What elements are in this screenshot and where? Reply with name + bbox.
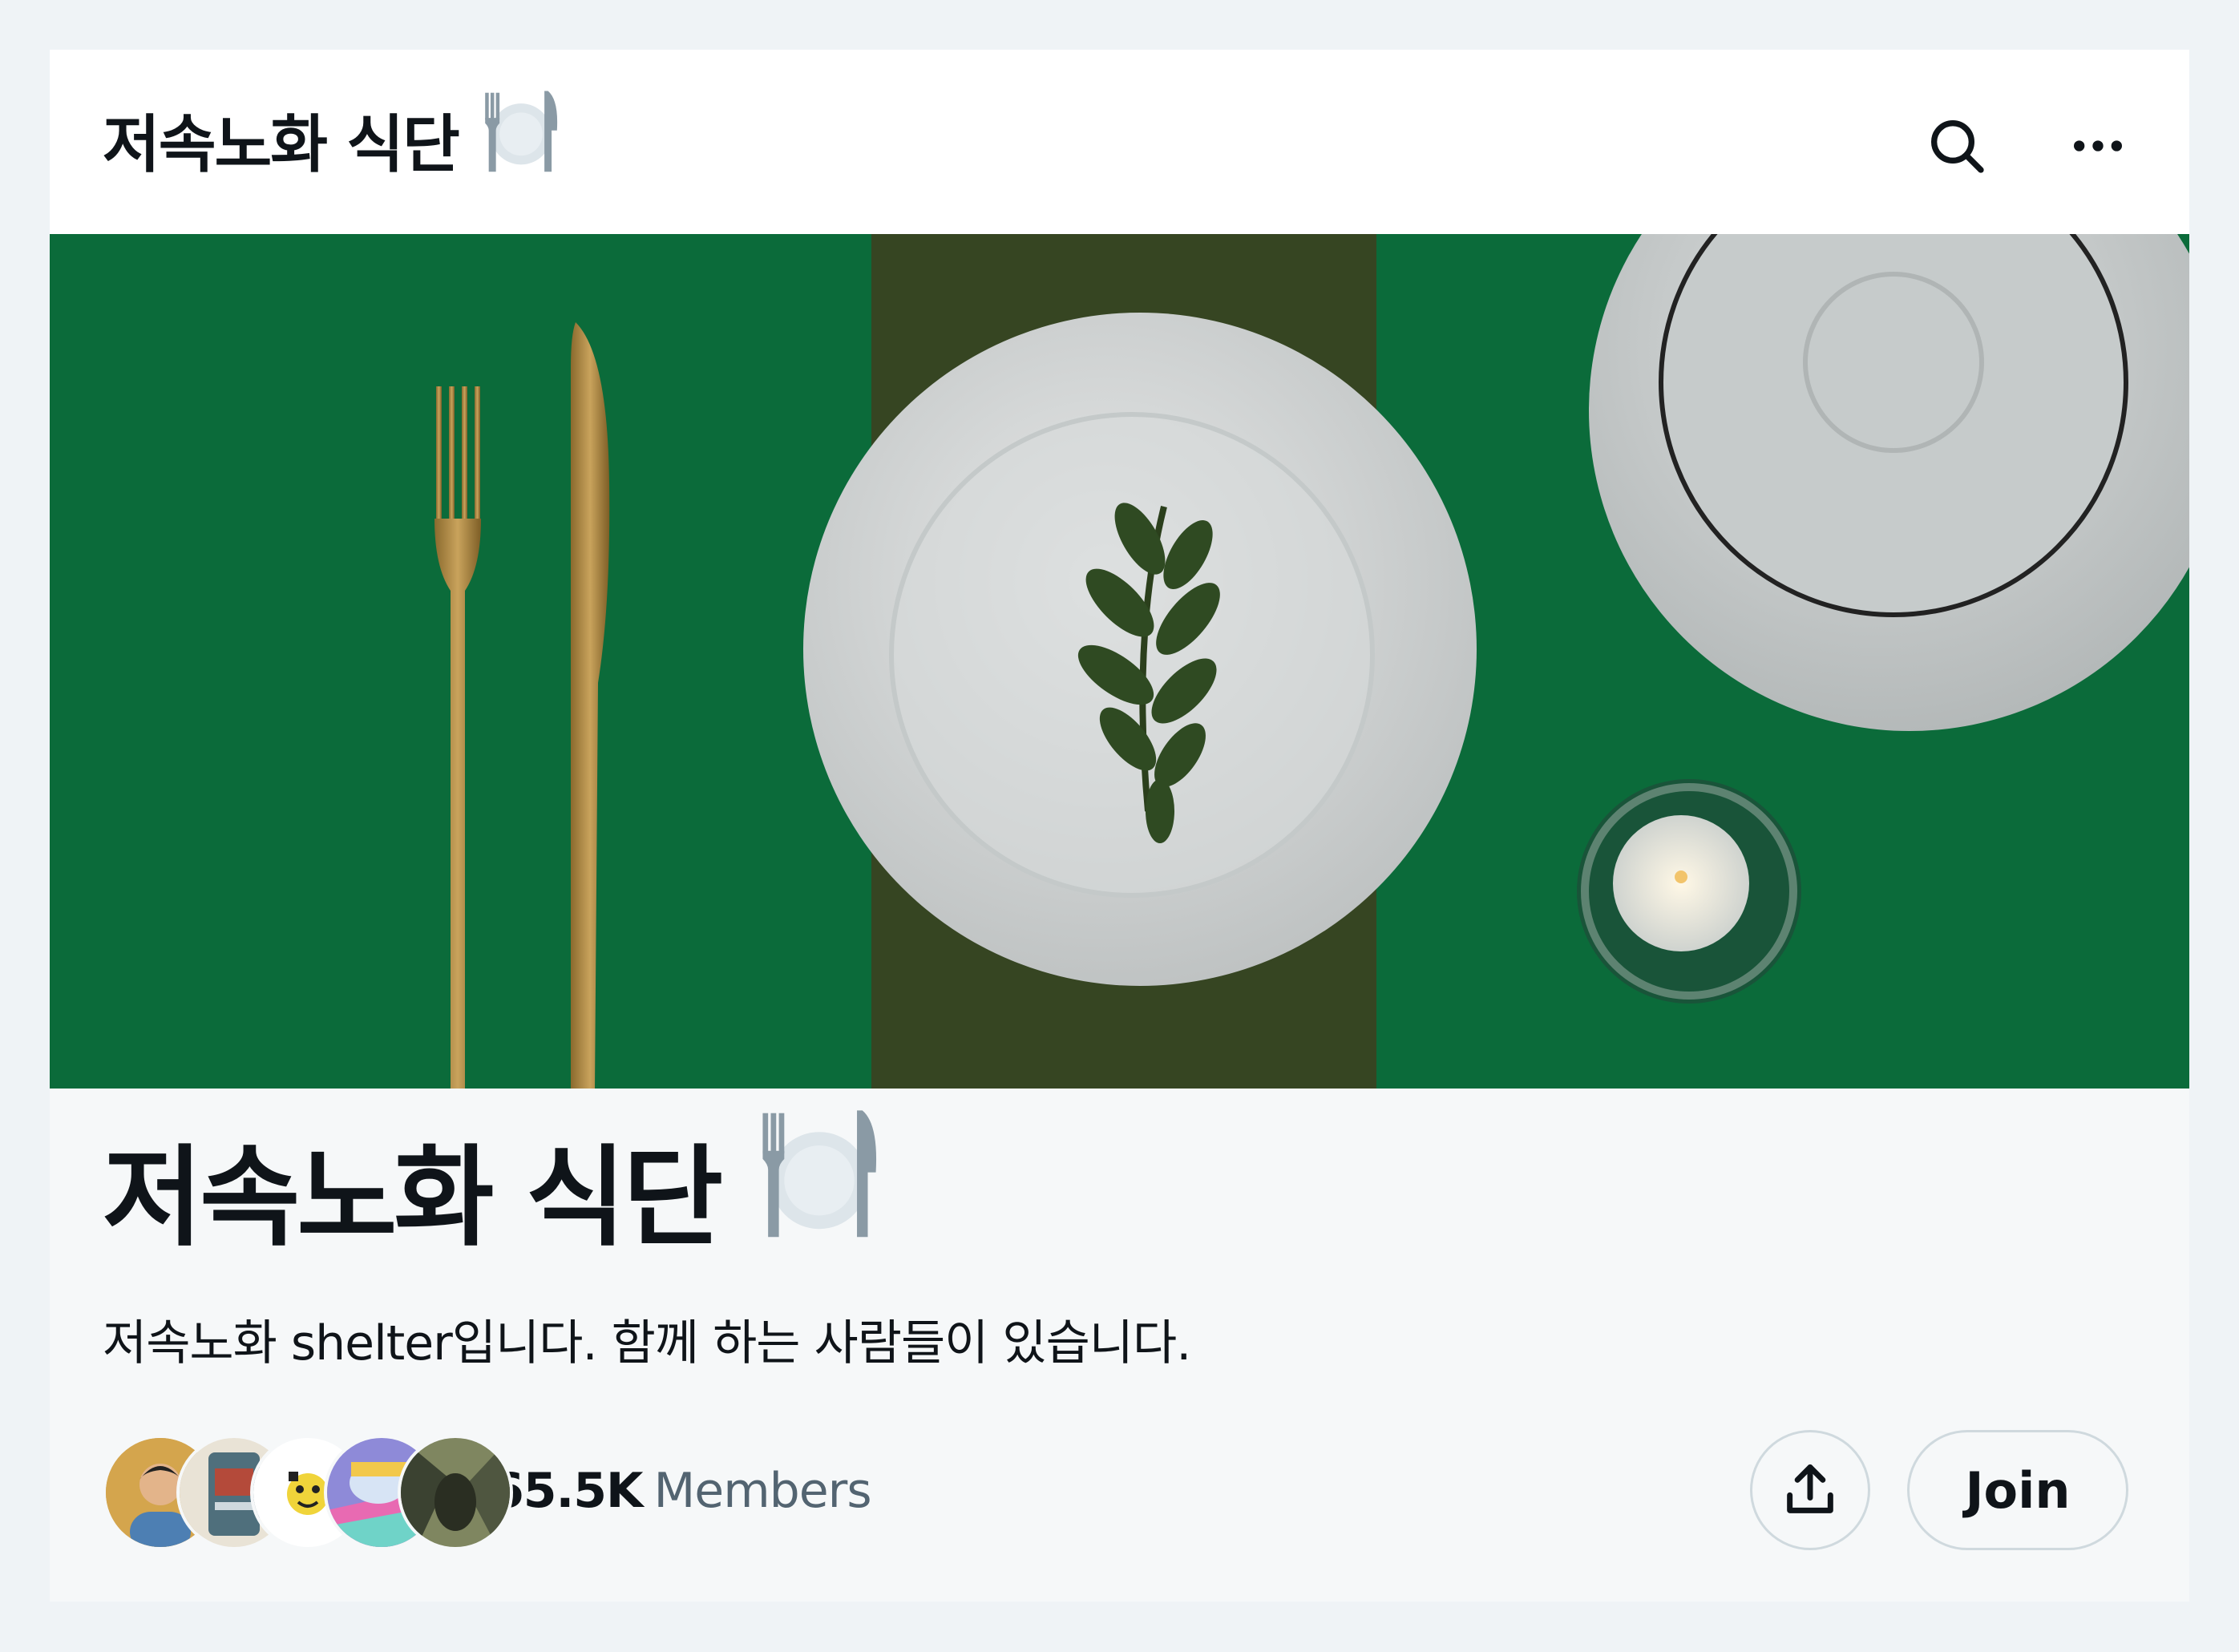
- search-icon: [1931, 120, 1984, 173]
- header-title-text: 저속노화 식단: [103, 109, 460, 181]
- fork-knife-plate-icon: [476, 87, 566, 192]
- top-bar: 저속노화 식단: [50, 50, 2189, 234]
- community-title: 저속노화 식단: [103, 1109, 887, 1262]
- candle-shape: [1577, 779, 1801, 1004]
- avatar[interactable]: [398, 1435, 513, 1550]
- members-label: Members: [653, 1463, 872, 1519]
- members-summary[interactable]: 65.5K Members: [103, 1435, 872, 1550]
- community-description: 저속노화 shelter입니다. 함께 하는 사람들이 있습니다.: [103, 1315, 1191, 1371]
- community-card: 저속노화 식단 저속노화 식단 저속노화 shelter입니다. 함께 하는 사…: [50, 50, 2189, 1602]
- share-icon: [1787, 1464, 1833, 1513]
- header-title: 저속노화 식단: [103, 90, 566, 188]
- share-button[interactable]: [1750, 1430, 1870, 1550]
- banner-image: [50, 234, 2189, 1089]
- plate-shape: [803, 313, 1477, 986]
- join-button[interactable]: Join: [1907, 1430, 2128, 1550]
- more-icon: [2074, 140, 2122, 151]
- member-avatars[interactable]: [103, 1435, 513, 1550]
- fork-knife-plate-icon: [752, 1108, 887, 1269]
- search-button[interactable]: [1909, 98, 2005, 194]
- members-count-text[interactable]: 65.5K Members: [491, 1463, 872, 1519]
- members-count: 65.5K: [491, 1463, 644, 1519]
- community-title-text: 저속노화 식단: [103, 1134, 723, 1262]
- more-button[interactable]: [2050, 98, 2146, 194]
